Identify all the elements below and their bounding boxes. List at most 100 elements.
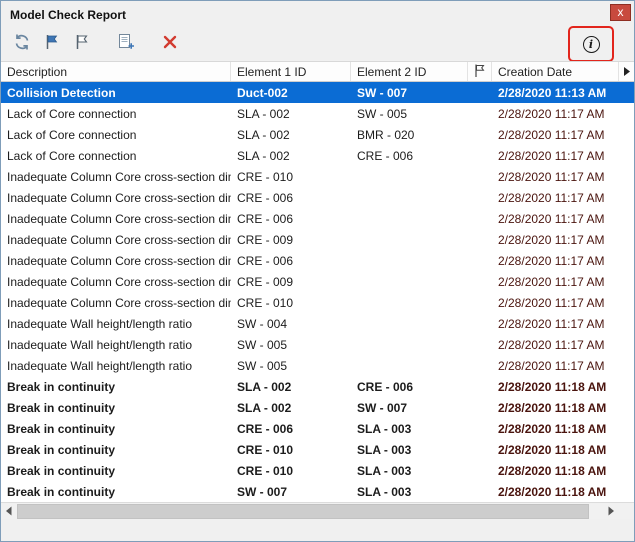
table-row[interactable]: Inadequate Wall height/length ratio SW - … <box>1 355 634 376</box>
close-button[interactable]: x <box>610 4 631 21</box>
table-row[interactable]: Lack of Core connection SLA - 002 SW - 005… <box>1 103 634 124</box>
new-report-icon <box>117 33 135 56</box>
cell-element2-id: SLA - 003 <box>357 463 412 478</box>
table-row[interactable]: Inadequate Column Core cross-section dim… <box>1 229 634 250</box>
cell-creation-date: 2/28/2020 11:18 AM <box>498 442 607 457</box>
horizontal-scrollbar[interactable] <box>1 502 634 519</box>
cell-description: Lack of Core connection <box>7 127 137 142</box>
cell-creation-date: 2/28/2020 11:17 AM <box>498 211 605 226</box>
cell-creation-date: 2/28/2020 11:17 AM <box>498 106 605 121</box>
column-header-description[interactable]: Description <box>1 62 231 81</box>
scroll-left-icon[interactable] <box>1 503 17 519</box>
table-row[interactable]: Inadequate Column Core cross-section dim… <box>1 166 634 187</box>
cell-creation-date: 2/28/2020 11:18 AM <box>498 421 607 436</box>
check-model-icon <box>13 33 31 56</box>
cell-element1-id: SW - 005 <box>237 358 288 373</box>
header-scroll-right-icon[interactable] <box>623 65 631 79</box>
cell-element2-id: CRE - 006 <box>357 148 414 163</box>
cell-creation-date: 2/28/2020 11:13 AM <box>498 85 607 100</box>
table-row[interactable]: Break in continuity CRE - 006 SLA - 003 2/2… <box>1 418 634 439</box>
cell-creation-date: 2/28/2020 11:18 AM <box>498 400 607 415</box>
table-row[interactable]: Lack of Core connection SLA - 002 BMR - 02… <box>1 124 634 145</box>
cell-description: Break in continuity <box>7 421 116 436</box>
cell-creation-date: 2/28/2020 11:17 AM <box>498 127 605 142</box>
cell-element1-id: CRE - 009 <box>237 232 294 247</box>
cell-description: Break in continuity <box>7 484 116 499</box>
cell-element1-id: CRE - 009 <box>237 274 294 289</box>
cell-creation-date: 2/28/2020 11:17 AM <box>498 169 605 184</box>
header-scroll-strip <box>619 62 634 81</box>
cell-creation-date: 2/28/2020 11:18 AM <box>498 484 607 499</box>
table-row[interactable]: Inadequate Column Core cross-section dim… <box>1 271 634 292</box>
table-row[interactable]: Inadequate Column Core cross-section dim… <box>1 208 634 229</box>
cell-element1-id: Duct-002 <box>237 85 288 100</box>
scroll-right-icon[interactable] <box>603 503 619 519</box>
cell-element1-id: SW - 004 <box>237 316 288 331</box>
unflag-icon <box>73 33 91 56</box>
report-rows: Collision Detection Duct-002 SW - 007 2/28/… <box>1 82 634 502</box>
table-row[interactable]: Inadequate Wall height/length ratio SW - … <box>1 313 634 334</box>
table-header: Description Element 1 ID Element 2 ID Cr… <box>1 62 634 82</box>
table-row[interactable]: Break in continuity CRE - 010 SLA - 003 2/2… <box>1 439 634 460</box>
new-report-button[interactable] <box>113 31 139 57</box>
annotation-highlight: i <box>568 26 614 62</box>
column-header-element1[interactable]: Element 1 ID <box>231 62 351 81</box>
cell-description: Inadequate Wall height/length ratio <box>7 316 193 331</box>
column-header-creation-date[interactable]: Creation Date <box>492 62 619 81</box>
bottom-filler <box>1 519 634 541</box>
table-row[interactable]: Break in continuity SLA - 002 SW - 007 2/28… <box>1 397 634 418</box>
cell-description: Inadequate Column Core cross-section dim… <box>7 190 231 205</box>
cell-element1-id: SLA - 002 <box>237 400 292 415</box>
titlebar: Model Check Report <box>1 1 634 27</box>
cell-description: Inadequate Column Core cross-section dim… <box>7 253 231 268</box>
cell-element1-id: SW - 005 <box>237 337 288 352</box>
cell-description: Break in continuity <box>7 442 116 457</box>
flag-button[interactable] <box>39 31 65 57</box>
close-icon: x <box>617 5 624 19</box>
cell-description: Collision Detection <box>7 85 116 100</box>
cell-element1-id: SLA - 002 <box>237 106 290 121</box>
cell-description: Lack of Core connection <box>7 106 137 121</box>
delete-button[interactable] <box>157 31 183 57</box>
unflag-button[interactable] <box>69 31 95 57</box>
toolbar: i <box>1 26 634 62</box>
table-row[interactable]: Break in continuity SW - 007 SLA - 003 2/28… <box>1 481 634 502</box>
cell-description: Inadequate Wall height/length ratio <box>7 358 193 373</box>
cell-creation-date: 2/28/2020 11:17 AM <box>498 232 605 247</box>
table-row[interactable]: Lack of Core connection SLA - 002 CRE - 00… <box>1 145 634 166</box>
table-row[interactable]: Inadequate Column Core cross-section dim… <box>1 292 634 313</box>
cell-creation-date: 2/28/2020 11:17 AM <box>498 358 605 373</box>
cell-description: Break in continuity <box>7 400 116 415</box>
cell-element1-id: CRE - 006 <box>237 211 294 226</box>
cell-element1-id: SLA - 002 <box>237 379 292 394</box>
column-header-element2[interactable]: Element 2 ID <box>351 62 468 81</box>
table-row[interactable]: Inadequate Column Core cross-section dim… <box>1 187 634 208</box>
cell-description: Inadequate Column Core cross-section dim… <box>7 169 231 184</box>
cell-element1-id: SLA - 002 <box>237 148 290 163</box>
table-row[interactable]: Inadequate Wall height/length ratio SW - … <box>1 334 634 355</box>
table-row[interactable]: Break in continuity SLA - 002 CRE - 006 2/2… <box>1 376 634 397</box>
cell-element2-id: CRE - 006 <box>357 379 414 394</box>
cell-element1-id: CRE - 006 <box>237 190 294 205</box>
cell-creation-date: 2/28/2020 11:17 AM <box>498 337 605 352</box>
info-button[interactable]: i <box>578 31 604 57</box>
check-model-button[interactable] <box>9 31 35 57</box>
cell-creation-date: 2/28/2020 11:18 AM <box>498 463 607 478</box>
window-title: Model Check Report <box>10 8 127 22</box>
cell-element2-id: SLA - 003 <box>357 484 412 499</box>
cell-description: Inadequate Column Core cross-section dim… <box>7 232 231 247</box>
cell-creation-date: 2/28/2020 11:18 AM <box>498 379 607 394</box>
cell-description: Inadequate Column Core cross-section dim… <box>7 274 231 289</box>
cell-creation-date: 2/28/2020 11:17 AM <box>498 274 605 289</box>
cell-description: Inadequate Column Core cross-section dim… <box>7 295 231 310</box>
table-row[interactable]: Inadequate Column Core cross-section dim… <box>1 250 634 271</box>
flag-column-header[interactable] <box>468 62 492 81</box>
table-row[interactable]: Collision Detection Duct-002 SW - 007 2/28/… <box>1 82 634 103</box>
table-row[interactable]: Break in continuity CRE - 010 SLA - 003 2/2… <box>1 460 634 481</box>
cell-element2-id: SW - 005 <box>357 106 408 121</box>
scroll-thumb[interactable] <box>17 503 589 519</box>
cell-element2-id: SLA - 003 <box>357 442 412 457</box>
cell-element1-id: CRE - 010 <box>237 442 294 457</box>
cell-description: Break in continuity <box>7 379 116 394</box>
cell-description: Inadequate Wall height/length ratio <box>7 337 193 352</box>
